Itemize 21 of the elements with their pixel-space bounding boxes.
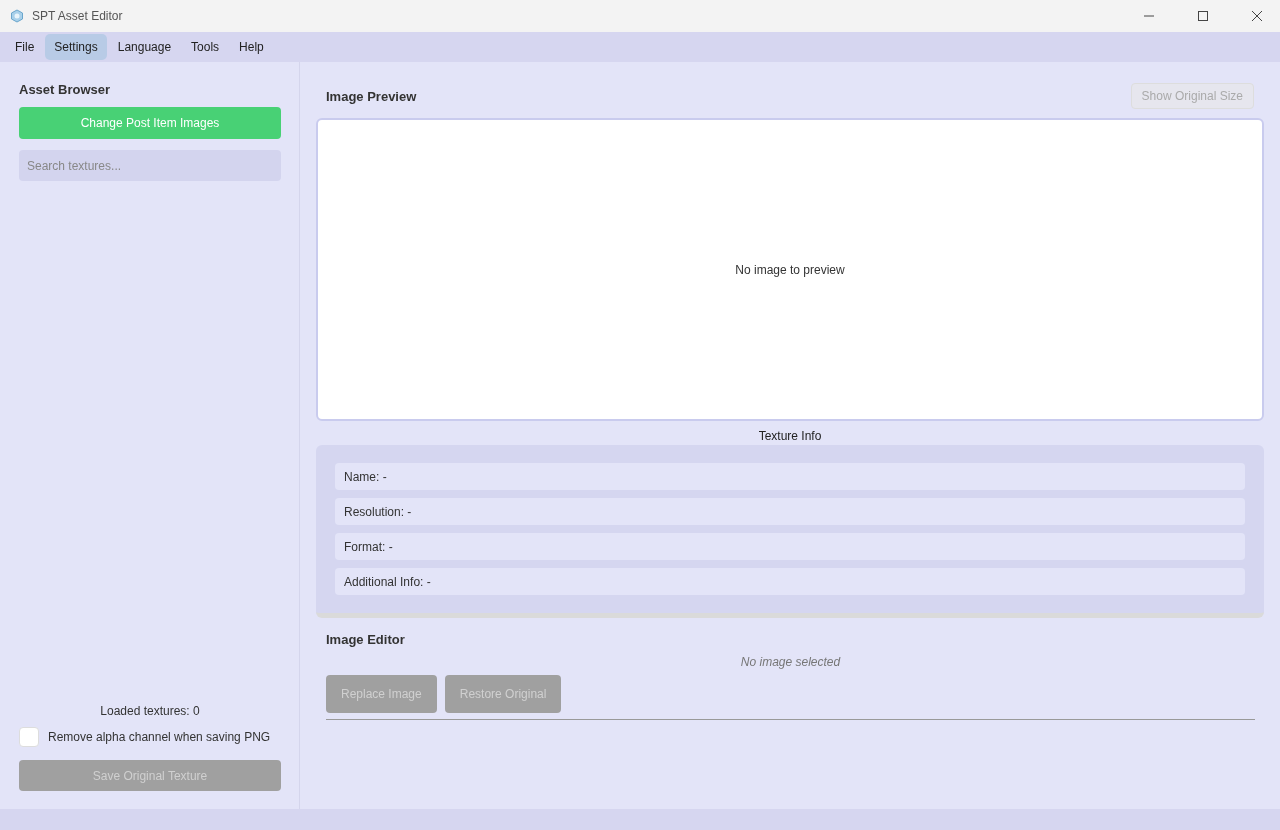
editor-title: Image Editor bbox=[326, 632, 406, 647]
window-title: SPT Asset Editor bbox=[32, 9, 124, 23]
sidebar-title: Asset Browser bbox=[19, 82, 112, 97]
search-field[interactable]: Search textures... bbox=[19, 150, 281, 181]
app-icon bbox=[10, 9, 24, 23]
empty-message: No image to preview bbox=[735, 262, 845, 277]
menu-item[interactable]: Settings bbox=[45, 34, 107, 60]
checkbox[interactable] bbox=[19, 727, 39, 747]
loaded-count: Loaded textures: 0 bbox=[100, 704, 200, 718]
info-row: Additional Info: - bbox=[335, 568, 1245, 595]
info-row: Resolution: - bbox=[335, 498, 1245, 525]
editor-status: No image selected bbox=[740, 655, 841, 669]
preview-title: Image Preview bbox=[326, 88, 417, 104]
menu-item[interactable]: Language bbox=[108, 34, 181, 60]
menu-item[interactable]: File bbox=[6, 34, 44, 60]
info-title: Texture Info bbox=[758, 429, 822, 443]
menu-item[interactable]: Help bbox=[230, 34, 273, 60]
info-row: Name: - bbox=[335, 463, 1245, 490]
menu-item[interactable]: Tools bbox=[182, 34, 229, 60]
info-row: Format: - bbox=[335, 533, 1245, 560]
checkbox-label: Remove alpha channel when saving PNG bbox=[48, 730, 271, 744]
